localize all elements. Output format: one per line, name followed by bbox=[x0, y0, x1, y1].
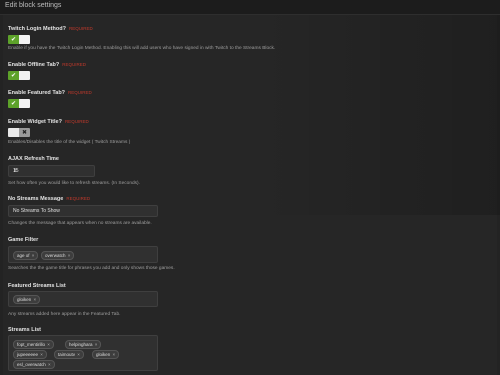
toggle-knob bbox=[19, 71, 30, 80]
streams-list-input[interactable]: fopt_mentirillo × helpinghara × jupeeeee… bbox=[8, 335, 158, 371]
check-icon: ✔ bbox=[8, 71, 19, 80]
twitch-login-label-text: Twitch Login Method? bbox=[8, 26, 66, 32]
featured-tab-toggle[interactable]: ✔ bbox=[8, 99, 30, 108]
check-icon: ✔ bbox=[8, 99, 19, 108]
tag[interactable]: gloiken × bbox=[92, 350, 120, 359]
twitch-login-toggle[interactable]: ✔ bbox=[8, 35, 30, 44]
remove-icon[interactable]: × bbox=[39, 352, 43, 357]
required-badge: REQUIRED bbox=[64, 119, 89, 124]
no-streams-value: No Streams To Show bbox=[13, 208, 60, 214]
remove-icon[interactable]: × bbox=[111, 352, 116, 357]
game-filter-input[interactable]: age of × overwatch × bbox=[8, 246, 158, 263]
tag-label: gloiken bbox=[96, 352, 111, 357]
tag-label: age of bbox=[17, 253, 30, 258]
twitch-login-label: Twitch Login Method? REQUIRED bbox=[8, 26, 93, 32]
widget-title-desc: Enables/Disables the title of the widget… bbox=[8, 140, 131, 145]
offline-tab-label-text: Enable Offline Tab? bbox=[8, 62, 60, 68]
featured-tab-label: Enable Featured Tab? REQUIRED bbox=[8, 90, 92, 96]
remove-icon[interactable]: × bbox=[32, 297, 37, 302]
game-filter-desc: Searches the the game title for phrases … bbox=[8, 266, 175, 271]
spinner-icon[interactable]: ⇕ bbox=[13, 168, 92, 174]
tag[interactable]: helpinghara × bbox=[65, 340, 102, 349]
offline-tab-label: Enable Offline Tab? REQUIRED bbox=[8, 62, 86, 68]
no-streams-label: No Streams Message REQUIRED bbox=[8, 196, 90, 202]
tag-label: fopt_mentirillo bbox=[17, 342, 46, 347]
remove-icon[interactable]: × bbox=[67, 253, 71, 258]
featured-tab-label-text: Enable Featured Tab? bbox=[8, 90, 66, 96]
ajax-refresh-label: AJAX Refresh Time bbox=[8, 156, 59, 162]
tag[interactable]: esl_overwatch × bbox=[13, 360, 55, 369]
required-badge: REQUIRED bbox=[62, 62, 87, 67]
featured-list-desc: Any streams added here appear in the Fea… bbox=[8, 312, 121, 317]
widget-title-toggle[interactable]: ✖ bbox=[8, 128, 30, 137]
featured-list-label: Featured Streams List bbox=[8, 283, 66, 289]
tag-label: taimoutv bbox=[58, 352, 76, 357]
offline-tab-toggle[interactable]: ✔ bbox=[8, 71, 30, 80]
ajax-refresh-input[interactable]: 15 ⇕ bbox=[8, 165, 95, 177]
widget-title-label: Enable Widget Title? REQUIRED bbox=[8, 119, 89, 125]
toggle-knob bbox=[19, 99, 30, 108]
tag[interactable]: fopt_mentirillo × bbox=[13, 340, 54, 349]
toggle-knob bbox=[8, 128, 19, 137]
required-badge: REQUIRED bbox=[68, 90, 92, 95]
remove-icon[interactable]: × bbox=[76, 352, 80, 357]
ajax-refresh-desc: Set how often you would like to refresh … bbox=[8, 181, 140, 186]
dialog-title: Edit block settings bbox=[5, 2, 62, 9]
game-filter-label: Game Filter bbox=[8, 237, 39, 243]
remove-icon[interactable]: × bbox=[94, 342, 98, 347]
tag[interactable]: taimoutv × bbox=[54, 350, 84, 359]
remove-icon[interactable]: × bbox=[46, 342, 50, 347]
tag[interactable]: age of × bbox=[13, 251, 39, 260]
tag[interactable]: jupeeeeee × bbox=[13, 350, 47, 359]
remove-icon[interactable]: × bbox=[47, 362, 51, 367]
panel-shade bbox=[255, 15, 500, 215]
required-badge: REQUIRED bbox=[66, 196, 91, 201]
tag-label: gloiken bbox=[17, 297, 32, 302]
featured-list-input[interactable]: gloiken × bbox=[8, 291, 158, 307]
tag[interactable]: gloiken × bbox=[13, 295, 41, 304]
check-icon: ✔ bbox=[8, 35, 19, 44]
no-streams-input[interactable]: No Streams To Show bbox=[8, 205, 158, 217]
streams-list-label: Streams List bbox=[8, 327, 42, 333]
no-streams-label-text: No Streams Message bbox=[8, 196, 64, 202]
widget-title-label-text: Enable Widget Title? bbox=[8, 119, 62, 125]
twitch-login-desc: Enable if you have the Twitch Login Meth… bbox=[8, 46, 276, 51]
dialog-titlebar: Edit block settings bbox=[0, 0, 500, 15]
toggle-knob bbox=[19, 35, 30, 44]
remove-icon[interactable]: × bbox=[31, 253, 35, 258]
tag-label: esl_overwatch bbox=[17, 362, 46, 367]
tag-label: helpinghara bbox=[69, 342, 93, 347]
tag-label: jupeeeeee bbox=[17, 352, 39, 357]
tag[interactable]: overwatch × bbox=[41, 251, 75, 260]
no-streams-desc: Changes the message that appears when no… bbox=[8, 221, 152, 226]
cross-icon: ✖ bbox=[19, 128, 30, 137]
tag-label: overwatch bbox=[45, 253, 66, 258]
required-badge: REQUIRED bbox=[68, 26, 93, 31]
